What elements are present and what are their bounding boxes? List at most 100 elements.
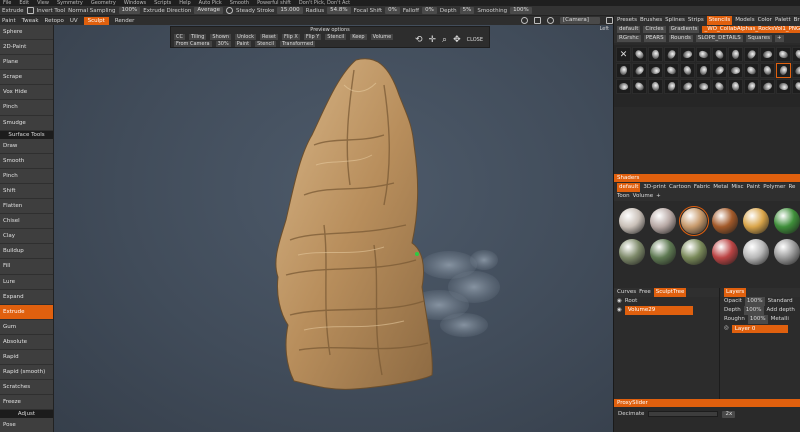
tool-pinch[interactable]: Pinch [0,100,53,116]
visibility-icon[interactable]: ◉ [617,297,622,306]
sculpt-tab-sculpttree[interactable]: SculptTree [653,288,687,297]
shader-tab-default[interactable]: default [617,183,641,192]
tool-smooth[interactable]: Smooth [0,153,53,169]
tab-presets[interactable]: Presets [617,16,637,25]
layer-property-value[interactable]: 100% [744,297,765,306]
symmetry-icon[interactable] [547,17,554,24]
pan-icon[interactable]: ✥ [453,33,461,47]
decimate-value[interactable]: 2x [722,410,736,418]
stencil-thumbnail[interactable] [744,47,759,62]
tool-rapid[interactable]: Rapid [0,349,53,366]
preview-paint-option[interactable]: Paint [234,40,252,47]
stencil-thumbnail[interactable] [680,47,695,62]
stencil-thumbnail[interactable] [776,47,791,62]
sculpt-tab-free[interactable]: Free [639,288,651,297]
preview-volume-button[interactable]: Volume [370,33,394,40]
stencil-set-wo-collabalphas-rocksvol1-png[interactable]: _WO_CollabAlphas_RocksVol1_PNG [702,26,800,33]
sun-icon[interactable] [521,17,528,24]
tree-root-row[interactable]: ◉ Root [614,297,719,306]
shader-tab-metal[interactable]: Metal [713,183,728,192]
stencil-thumbnail[interactable] [776,63,791,78]
stencil-thumbnail[interactable] [712,79,727,94]
eye-icon[interactable]: ◎ [724,324,729,333]
tool-fill[interactable]: Fill [0,259,53,275]
shader-swatch[interactable] [743,239,769,265]
tab-bru[interactable]: Bru [794,16,800,25]
tab-brushes[interactable]: Brushes [640,16,662,25]
stencil-thumbnail[interactable] [648,47,663,62]
tool-lure[interactable]: Lure [0,274,53,290]
tool-sphere[interactable]: Sphere [0,25,53,41]
stencil-thumbnail[interactable] [760,47,775,62]
stencil-thumbnail[interactable] [744,79,759,94]
tab-stencils[interactable]: Stencils [706,16,733,25]
no-stencil-icon[interactable]: ✕ [616,47,631,62]
stencil-thumbnail[interactable] [664,47,679,62]
3d-viewport[interactable]: Left [54,25,613,432]
stencil-set-item[interactable]: + [774,35,784,42]
preview-keep-button[interactable]: Keep [350,33,367,40]
smoothing-field[interactable]: 100% [510,7,532,14]
tab-palett[interactable]: Palett [775,16,791,25]
shader-swatch[interactable] [619,239,645,265]
tool-extrude[interactable]: Extrude [0,304,53,320]
shader-tab-3d-print[interactable]: 3D-print [643,183,666,192]
shader-swatch[interactable] [619,208,645,234]
shader-tab-cartoon[interactable]: Cartoon [669,183,691,192]
shader-tab-misc[interactable]: Misc [731,183,743,192]
tool-plane[interactable]: Plane [0,55,53,71]
stencil-thumbnail[interactable] [696,79,711,94]
layer-blend-mode[interactable]: Standard [768,297,793,306]
tab-splines[interactable]: Splines [665,16,685,25]
move-icon[interactable]: ✛ [428,33,436,47]
shader-swatch[interactable] [650,239,676,265]
zoom-icon[interactable]: ⌕ [442,33,447,47]
invert-checkbox[interactable] [26,7,34,14]
falloff-field[interactable]: 0% [422,7,437,14]
normal-sampling-field[interactable]: 100% [118,7,141,14]
tab-models[interactable]: Models [735,16,754,25]
stencil-set-circles[interactable]: Circles [643,26,666,33]
stencil-thumbnail[interactable] [696,47,711,62]
tool-pinch[interactable]: Pinch [0,168,53,184]
stencil-thumbnail[interactable] [616,63,631,78]
shader-swatch[interactable] [774,208,800,234]
brush-icon[interactable] [225,7,233,14]
sculpt-tab-curves[interactable]: Curves [617,288,636,297]
layers-tab[interactable]: Layers [724,288,747,297]
camera-select[interactable]: [Camera] [560,17,600,24]
stencil-thumbnail[interactable] [728,63,743,78]
stencil-thumbnail[interactable] [680,79,695,94]
stencil-set-gradients[interactable]: Gradients [668,26,700,33]
tool-flatten[interactable]: Flatten [0,199,53,215]
stencil-set-pears[interactable]: PEARS [643,35,666,42]
tab-strips[interactable]: Strips [688,16,704,25]
stencil-thumbnail[interactable] [728,47,743,62]
tool-absolute[interactable]: Absolute [0,334,53,350]
layer-blend-mode[interactable]: Metalli [771,315,789,324]
tool-draw[interactable]: Draw [0,138,53,154]
tool-scrape[interactable]: Scrape [0,70,53,86]
layer-row[interactable]: ◎ Layer 0 [721,324,800,333]
tool-chisel[interactable]: Chisel [0,214,53,230]
tool-buildup[interactable]: Buildup [0,244,53,260]
stencil-thumbnail[interactable] [664,79,679,94]
stencil-thumbnail[interactable] [760,63,775,78]
tool-expand[interactable]: Expand [0,289,53,305]
tool-scratches[interactable]: Scratches [0,380,53,396]
layer-property-value[interactable]: 100% [743,306,764,315]
shader-swatch[interactable] [712,239,738,265]
preview-tiling-button[interactable]: Tiling [188,33,207,40]
stencil-thumbnail[interactable] [712,63,727,78]
room-uv[interactable]: UV [70,18,78,24]
stencil-thumbnail[interactable] [648,79,663,94]
stencil-thumbnail[interactable] [744,63,759,78]
stencil-thumbnail[interactable] [648,63,663,78]
decimate-slider[interactable] [648,411,719,417]
grid-icon[interactable] [534,17,541,24]
preview-flip-y-button[interactable]: Flip Y [303,33,322,40]
layer-property-value[interactable]: 100% [747,315,768,324]
preview-transformed-option[interactable]: Transformed [280,40,316,47]
stencil-thumbnail[interactable] [792,79,800,94]
stencil-thumbnail[interactable] [632,63,647,78]
